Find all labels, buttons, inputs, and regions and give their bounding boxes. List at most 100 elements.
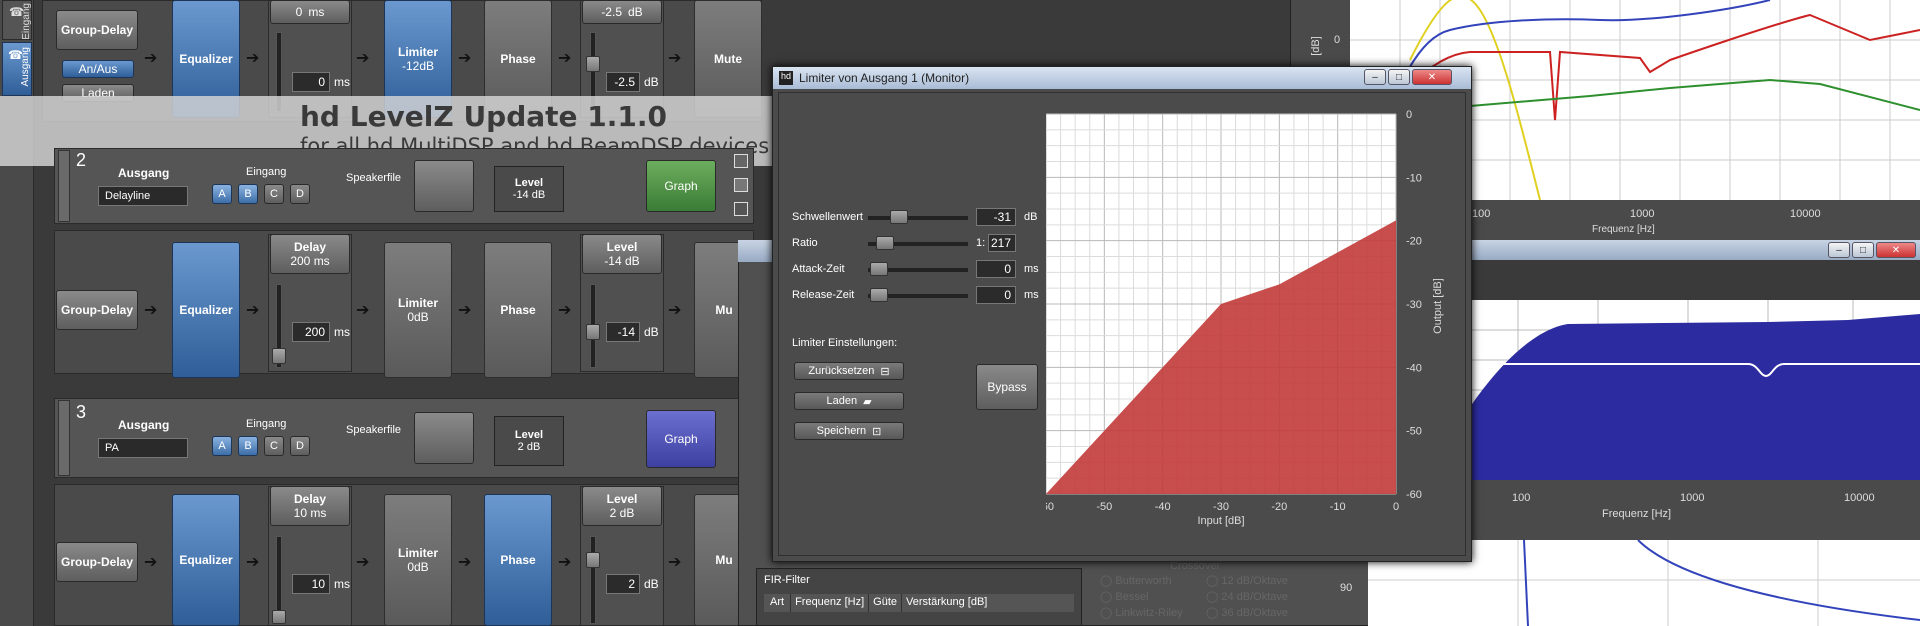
limiter-maximize-button[interactable]: □	[1388, 69, 1410, 85]
ch3-input-a-chip[interactable]: A	[212, 436, 232, 456]
ch3-group-delay-button[interactable]: Group-Delay	[56, 542, 138, 582]
arrow-icon: ➔	[356, 554, 370, 571]
ch3-graph-button[interactable]: Graph	[646, 410, 716, 468]
ch3-equalizer-button[interactable]: Equalizer	[172, 494, 240, 626]
ch2-speakerfile-button[interactable]	[414, 160, 474, 212]
mid-graph-minimize-button[interactable]: –	[1828, 242, 1850, 258]
ch3-level-field[interactable]: 2	[606, 574, 640, 594]
ch2-delay-field[interactable]: 200	[292, 322, 330, 342]
y-tick-label: -40	[1406, 362, 1422, 374]
crossover-type-butterworth[interactable]: ◯ Butterworth	[1100, 574, 1172, 587]
limiter-close-button[interactable]: ✕	[1412, 69, 1452, 85]
ch2-input-b-chip[interactable]: B	[238, 184, 258, 204]
ch2-input-a-chip[interactable]: A	[212, 184, 232, 204]
row1-group-delay-button[interactable]: Group-Delay	[56, 10, 138, 50]
x-tick-label: -20	[1271, 501, 1287, 513]
mid-graph-close-button[interactable]: ✕	[1876, 242, 1916, 258]
ch3-ausgang-input[interactable]: PA	[98, 438, 188, 458]
reset-icon: ⊟	[880, 365, 890, 378]
x-tick-label: -30	[1213, 501, 1229, 513]
ch3-input-b-chip[interactable]: B	[238, 436, 258, 456]
row1-level-unit: dB	[644, 75, 659, 89]
ratio-slider-knob[interactable]	[876, 236, 894, 250]
x-axis-label: Input [dB]	[1197, 515, 1244, 527]
ratio-label: Ratio	[792, 237, 818, 249]
ratio-prefix: 1:	[976, 237, 986, 249]
crossover-slope-12[interactable]: ◯ 12 dB/Oktave	[1206, 574, 1288, 587]
ch3-delay-knob[interactable]	[272, 610, 286, 624]
ch2-delay-knob[interactable]	[272, 348, 286, 364]
mid-graph-xtick-10000: 10000	[1844, 492, 1875, 504]
ch2-level-field[interactable]: -14	[606, 322, 640, 342]
threshold-slider-track[interactable]	[868, 216, 968, 220]
limiter-minimize-button[interactable]: –	[1364, 69, 1386, 85]
x-tick-label: -40	[1155, 501, 1171, 513]
bypass-button[interactable]: Bypass	[976, 364, 1038, 410]
attack-field[interactable]: 0	[976, 260, 1016, 278]
y-tick-label: 0	[1406, 109, 1412, 121]
release-slider-knob[interactable]	[870, 288, 888, 302]
ch3-level-slider[interactable]	[590, 536, 596, 624]
ch3-input-c-chip[interactable]: C	[264, 436, 284, 456]
row1-an-aus-button[interactable]: An/Aus	[62, 60, 134, 78]
row1-delay-field[interactable]: 0	[292, 72, 330, 92]
arrow-icon: ➔	[246, 50, 260, 67]
save-button[interactable]: Speichern ⊡	[794, 422, 904, 440]
ch2-eingang-label: Eingang	[246, 166, 287, 178]
arrow-icon: ➔	[356, 50, 370, 67]
release-label: Release-Zeit	[792, 289, 855, 301]
limiter-settings-label: Limiter Einstellungen:	[792, 337, 898, 349]
arrow-icon: ➔	[558, 302, 572, 319]
ch2-level-knob[interactable]	[586, 324, 600, 340]
arrow-icon: ➔	[458, 50, 472, 67]
ratio-field[interactable]: 217	[988, 234, 1016, 252]
ch2-collapse-handle[interactable]	[58, 150, 70, 222]
mid-graph-axis-strip	[1468, 480, 1920, 540]
release-field[interactable]: 0	[976, 286, 1016, 304]
y-tick-label: -50	[1406, 426, 1422, 438]
y-tick-label: -20	[1406, 236, 1422, 248]
ch2-copy-icon[interactable]	[734, 154, 748, 168]
ch2-equalizer-button[interactable]: Equalizer	[172, 242, 240, 378]
ch3-delay-unit: ms	[334, 577, 350, 591]
ch2-save-icon[interactable]	[734, 202, 748, 216]
crossover-slope-24[interactable]: ◯ 24 dB/Oktave	[1206, 590, 1288, 603]
reset-button[interactable]: Zurücksetzen ⊟	[794, 362, 904, 380]
folder-icon: ▰	[863, 395, 872, 408]
ch2-input-c-chip[interactable]: C	[264, 184, 284, 204]
bottom-graph-ytick: 90	[1340, 582, 1353, 594]
crossover-type-linkwitz[interactable]: ◯ Linkwitz-Riley	[1100, 606, 1183, 619]
ch2-graph-button[interactable]: Graph	[646, 160, 716, 212]
row1-delay-readout: 0 ms	[270, 0, 350, 24]
mid-graph-maximize-button[interactable]: □	[1852, 242, 1874, 258]
arrow-icon: ➔	[356, 302, 370, 319]
ch3-delay-field[interactable]: 10	[292, 574, 330, 594]
threshold-slider-knob[interactable]	[890, 210, 908, 224]
ch2-input-d-chip[interactable]: D	[290, 184, 310, 204]
crossover-slope-36[interactable]: ◯ 36 dB/Oktave	[1206, 606, 1288, 619]
ch2-phase-button[interactable]: Phase	[484, 242, 552, 378]
ch3-speakerfile-button[interactable]	[414, 412, 474, 464]
attack-slider-knob[interactable]	[870, 262, 888, 276]
ch2-speakerfile-label: Speakerfile	[346, 172, 402, 184]
ch3-phase-button[interactable]: Phase	[484, 494, 552, 626]
ch2-group-delay-button[interactable]: Group-Delay	[56, 290, 138, 330]
ch3-limiter-button[interactable]: Limiter 0dB	[384, 494, 452, 626]
tab-eingang[interactable]: ☎ Eingang	[2, 0, 32, 40]
attack-unit: ms	[1024, 263, 1039, 275]
row1-level-field[interactable]: -2.5	[606, 72, 640, 92]
ch3-eingang-label: Eingang	[246, 418, 287, 430]
tab-ausgang[interactable]: ☎ Ausgang	[2, 42, 32, 96]
ch2-limiter-button[interactable]: Limiter 0dB	[384, 242, 452, 378]
ch3-speakerfile-label: Speakerfile	[346, 424, 402, 436]
ch3-input-d-chip[interactable]: D	[290, 436, 310, 456]
threshold-field[interactable]: -31	[976, 208, 1016, 226]
ch3-collapse-handle[interactable]	[58, 400, 70, 476]
crossover-type-bessel[interactable]: ◯ Bessel	[1100, 590, 1148, 603]
ch3-level-knob[interactable]	[586, 552, 600, 568]
ch3-level-unit: dB	[644, 577, 659, 591]
load-button[interactable]: Laden ▰	[794, 392, 904, 410]
ch2-ausgang-input[interactable]: Delayline	[98, 186, 188, 206]
ch2-folder-icon[interactable]	[734, 178, 748, 192]
row1-level-knob[interactable]	[586, 56, 600, 72]
